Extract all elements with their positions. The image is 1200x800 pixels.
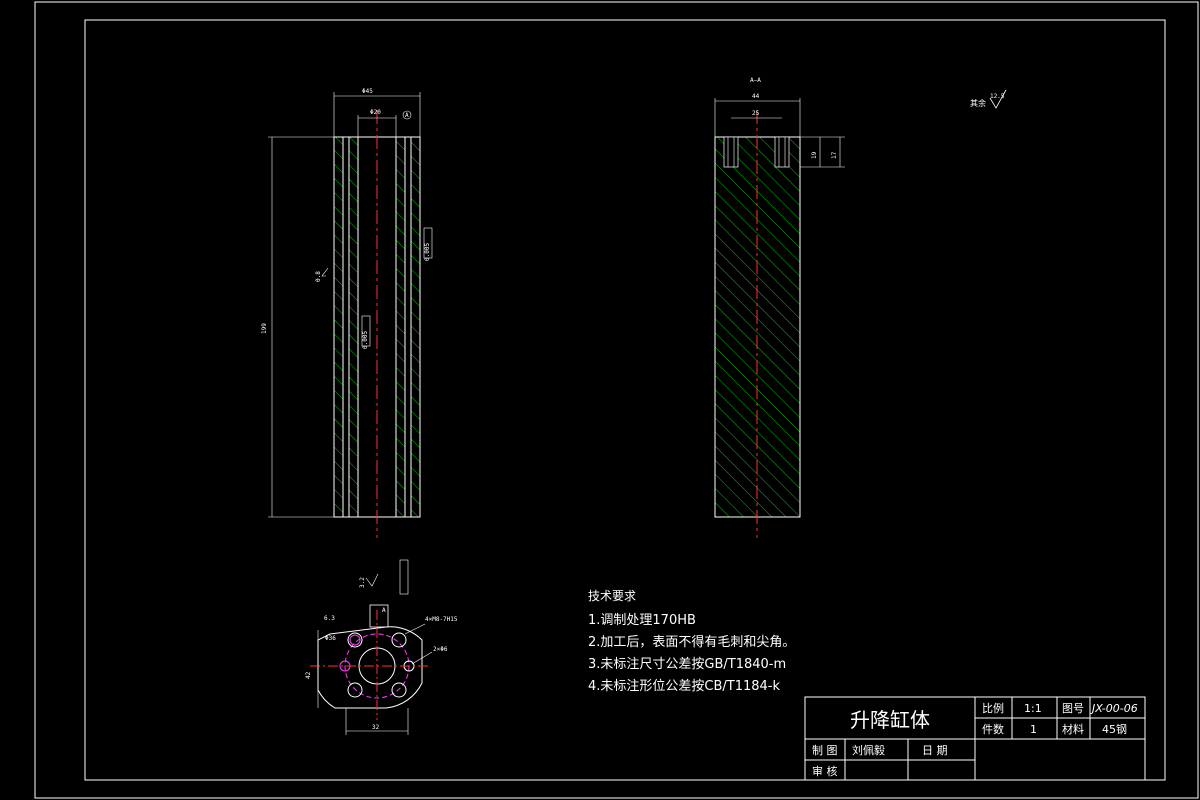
hole-spacing-dim: 25	[752, 110, 760, 117]
drawn-value: 刘佩毅	[852, 743, 885, 757]
bore-dim: Φ20	[370, 109, 381, 116]
front-view: Φ45 Φ20 A 199 0.8 0.005 0.005	[261, 88, 433, 538]
hole-callout: 2×Φ6	[433, 646, 448, 653]
note-1: 1.调制处理170HB	[588, 613, 696, 628]
surface-note-label: 其余	[970, 98, 986, 108]
roughness-front: 0.8	[315, 271, 322, 282]
surface-roughness-note: 其余 12.5	[970, 89, 1007, 109]
drawing-no-label: 图号	[1062, 702, 1084, 715]
outer-dia-dim: Φ45	[362, 88, 373, 95]
surface-note-value: 12.5	[990, 93, 1005, 100]
thread-callout: 4×M8-7H15	[425, 616, 458, 623]
length-dim: 199	[261, 323, 268, 334]
tolerance-frame-2: 0.005	[362, 331, 369, 349]
tolerance-frame-1: 0.005	[424, 243, 431, 261]
depth-dim-1: 19	[811, 151, 818, 159]
end-view: 32 42 4×M8-7H15 2×Φ6 3.2 6.3 Φ36 A	[305, 559, 458, 735]
section-label: A—A	[750, 77, 761, 84]
technical-notes: 技术要求 1.调制处理170HB 2.加工后，表面不得有毛刺和尖角。 3.未标注…	[588, 589, 795, 694]
drawing-no-value: JX-00-06	[1090, 702, 1138, 715]
qty-label: 件数	[982, 723, 1004, 736]
notes-title: 技术要求	[588, 589, 636, 603]
cad-drawing: Φ45 Φ20 A 199 0.8 0.005 0.005 A—A 44 25 …	[34, 1, 1199, 799]
drawn-label: 制 图	[812, 744, 838, 757]
date-label: 日 期	[922, 744, 948, 757]
datum-a-label: A	[405, 112, 409, 119]
depth-dim-2: 17	[831, 151, 838, 159]
title-block: 升降缸体 比例 1:1 图号 JX-00-06 件数 1 材料 45钢 制 图 …	[804, 696, 1146, 781]
note-3: 3.未标注尺寸公差按GB/T1840-m	[588, 657, 786, 672]
part-name: 升降缸体	[850, 708, 930, 732]
section-view: A—A 44 25 19 17	[714, 77, 845, 538]
scale-value: 1:1	[1024, 702, 1042, 715]
end-width-dim: 32	[372, 724, 380, 731]
section-width-dim: 44	[752, 93, 760, 100]
material-label: 材料	[1062, 722, 1084, 736]
note-2: 2.加工后，表面不得有毛刺和尖角。	[588, 634, 795, 650]
qty-value: 1	[1030, 723, 1037, 736]
small-dia-dim: Φ36	[325, 635, 336, 642]
radius-dim: 6.3	[324, 615, 335, 622]
check-label: 审 核	[812, 764, 838, 778]
material-value: 45钢	[1102, 723, 1127, 736]
end-height-dim: 42	[305, 671, 312, 679]
scale-label: 比例	[982, 701, 1004, 715]
roughness-end: 3.2	[359, 577, 366, 588]
end-datum-label: A	[382, 607, 386, 614]
note-4: 4.未标注形位公差按CB/T1184-k	[588, 679, 780, 694]
